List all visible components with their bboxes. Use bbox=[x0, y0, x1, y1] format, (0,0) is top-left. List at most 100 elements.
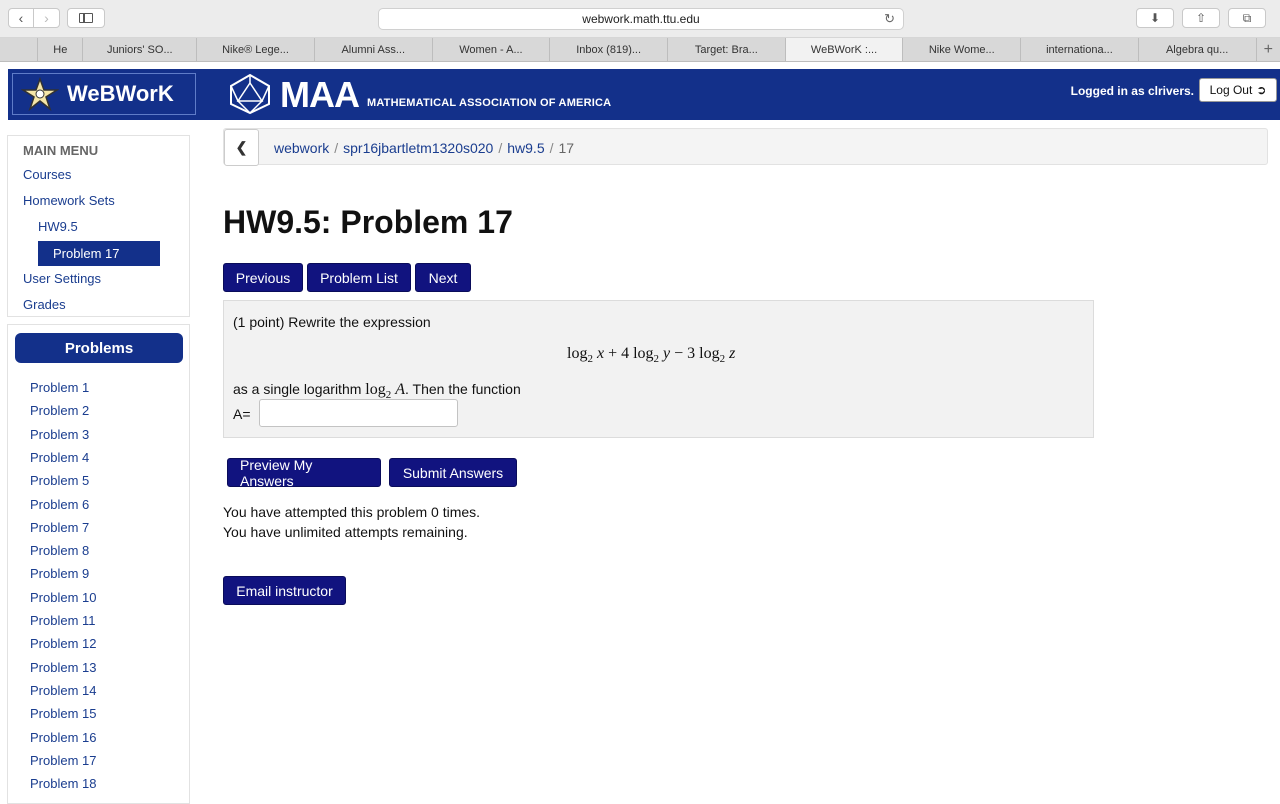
preview-answers-button[interactable]: Preview My Answers bbox=[227, 458, 381, 487]
problem-expression: log2 x + 4 log2 y − 3 log2 z bbox=[567, 345, 735, 365]
tabs-overview-button[interactable]: ⧉ bbox=[1228, 8, 1266, 28]
submit-answers-button[interactable]: Submit Answers bbox=[389, 458, 517, 487]
address-bar[interactable]: webwork.math.ttu.edu ↻ bbox=[378, 8, 904, 30]
problem-list-button[interactable]: Problem List bbox=[307, 263, 411, 292]
problem-link[interactable]: Problem 8 bbox=[30, 543, 89, 558]
email-instructor-button[interactable]: Email instructor bbox=[223, 576, 346, 605]
breadcrumb-current: 17 bbox=[559, 140, 575, 156]
breadcrumb-set[interactable]: hw9.5 bbox=[507, 140, 544, 156]
breadcrumb: ❮ webwork/spr16jbartletm1320s020/hw9.5/1… bbox=[223, 128, 1268, 165]
breadcrumb-course[interactable]: spr16jbartletm1320s020 bbox=[343, 140, 493, 156]
single-log-expression: log2 A bbox=[365, 381, 405, 398]
problems-header-button[interactable]: Problems bbox=[15, 333, 183, 363]
problem-link[interactable]: Problem 9 bbox=[30, 566, 89, 581]
tab-bar: HeJuniors' SO...Nike® Lege...Alumni Ass.… bbox=[0, 38, 1280, 62]
maa-logo-text: MAA bbox=[280, 75, 359, 115]
problem-navigation: Previous Problem List Next bbox=[223, 263, 471, 292]
share-button[interactable]: ⇧ bbox=[1182, 8, 1220, 28]
attempt-count: You have attempted this problem 0 times. bbox=[223, 504, 480, 520]
browser-tab[interactable]: WeBWorK :... bbox=[786, 38, 904, 61]
chevron-right-icon: › bbox=[44, 10, 49, 26]
answer-label: A= bbox=[233, 406, 251, 422]
breadcrumb-separator: / bbox=[329, 140, 343, 156]
url-text: webwork.math.ttu.edu bbox=[582, 12, 699, 26]
maa-logo[interactable]: MAA MATHEMATICAL ASSOCIATION OF AMERICA bbox=[228, 73, 611, 115]
browser-tab[interactable]: He bbox=[38, 38, 83, 61]
problem-link[interactable]: Problem 18 bbox=[30, 776, 96, 791]
webwork-logo-text: WeBWorK bbox=[67, 81, 174, 107]
chevron-left-icon: ❮ bbox=[236, 139, 248, 156]
as-single-text: as a single logarithm bbox=[233, 381, 361, 397]
history-buttons: ‹ › bbox=[8, 8, 60, 28]
problem-link[interactable]: Problem 11 bbox=[30, 613, 96, 628]
previous-button[interactable]: Previous bbox=[223, 263, 303, 292]
logout-label: Log Out bbox=[1210, 83, 1253, 97]
browser-tab[interactable]: Nike Wome... bbox=[903, 38, 1021, 61]
browser-tab[interactable]: internationa... bbox=[1021, 38, 1139, 61]
browser-toolbar: ‹ › webwork.math.ttu.edu ↻ ⬇ ⇧ ⧉ bbox=[0, 0, 1280, 38]
problem-link[interactable]: Problem 16 bbox=[30, 730, 96, 745]
breadcrumb-separator: / bbox=[493, 140, 507, 156]
problem-link[interactable]: Problem 7 bbox=[30, 520, 89, 535]
downloads-button[interactable]: ⬇ bbox=[1136, 8, 1174, 28]
problem-link[interactable]: Problem 3 bbox=[30, 427, 89, 442]
breadcrumb-separator: / bbox=[545, 140, 559, 156]
problem-box: (1 point) Rewrite the expression log2 x … bbox=[223, 300, 1094, 438]
new-tab-button[interactable]: + bbox=[1257, 38, 1280, 61]
problem-link[interactable]: Problem 6 bbox=[30, 497, 89, 512]
browser-tools: ⬇ ⇧ ⧉ bbox=[1136, 8, 1266, 28]
then-function-text: . Then the function bbox=[405, 381, 521, 397]
breadcrumb-webwork[interactable]: webwork bbox=[274, 140, 329, 156]
answer-input[interactable] bbox=[259, 399, 458, 427]
problem-link[interactable]: Problem 14 bbox=[30, 683, 96, 698]
menu-courses-link[interactable]: Courses bbox=[23, 167, 71, 182]
back-button[interactable]: ‹ bbox=[8, 8, 34, 28]
problem-link[interactable]: Problem 12 bbox=[30, 636, 96, 651]
browser-tab[interactable]: Algebra qu... bbox=[1139, 38, 1257, 61]
problem-link[interactable]: Problem 15 bbox=[30, 706, 96, 721]
site-header: WeBWorK MAA MATHEMATICAL ASSOCIATION OF … bbox=[8, 69, 1280, 120]
problem-link[interactable]: Problem 5 bbox=[30, 473, 89, 488]
forward-button[interactable]: › bbox=[34, 8, 60, 28]
problem-link[interactable]: Problem 4 bbox=[30, 450, 89, 465]
sidebar-toggle-button[interactable] bbox=[67, 8, 105, 28]
tab-spacer bbox=[0, 38, 38, 61]
problem-link[interactable]: Problem 1 bbox=[30, 380, 89, 395]
problem-link[interactable]: Problem 2 bbox=[30, 403, 89, 418]
answer-actions: Preview My Answers Submit Answers bbox=[227, 458, 517, 487]
browser-tab[interactable]: Women - A... bbox=[433, 38, 551, 61]
problem-link[interactable]: Problem 17 bbox=[30, 753, 96, 768]
menu-hw-set-link[interactable]: HW9.5 bbox=[38, 219, 78, 234]
menu-homework-sets-link[interactable]: Homework Sets bbox=[23, 193, 115, 208]
browser-tab[interactable]: Nike® Lege... bbox=[197, 38, 315, 61]
login-status: Logged in as clrivers. bbox=[1071, 84, 1194, 98]
menu-active-problem[interactable]: Problem 17 bbox=[38, 241, 160, 266]
menu-user-settings-link[interactable]: User Settings bbox=[23, 271, 101, 286]
menu-grades-link[interactable]: Grades bbox=[23, 297, 66, 312]
breadcrumb-trail: webwork/spr16jbartletm1320s020/hw9.5/17 bbox=[274, 140, 574, 156]
logout-button[interactable]: Log Out ➲ bbox=[1199, 78, 1277, 102]
logout-icon: ➲ bbox=[1256, 83, 1266, 97]
problem-link[interactable]: Problem 10 bbox=[30, 590, 96, 605]
breadcrumb-back-button[interactable]: ❮ bbox=[224, 129, 259, 166]
browser-tab[interactable]: Inbox (819)... bbox=[550, 38, 668, 61]
sidebar-icon bbox=[79, 13, 93, 23]
main-menu: MAIN MENU Courses Homework Sets HW9.5 Pr… bbox=[7, 135, 190, 317]
page-title: HW9.5: Problem 17 bbox=[223, 204, 513, 241]
webwork-logo[interactable]: WeBWorK bbox=[12, 73, 196, 115]
share-icon: ⇧ bbox=[1196, 11, 1206, 25]
browser-tab[interactable]: Target: Bra... bbox=[668, 38, 786, 61]
maa-icosahedron-icon bbox=[228, 73, 272, 115]
problem-intro: (1 point) Rewrite the expression bbox=[233, 314, 431, 330]
download-icon: ⬇ bbox=[1150, 11, 1160, 25]
main-menu-heading: MAIN MENU bbox=[23, 143, 98, 158]
next-button[interactable]: Next bbox=[415, 263, 471, 292]
webwork-star-icon bbox=[21, 77, 59, 111]
reload-icon[interactable]: ↻ bbox=[884, 11, 895, 27]
browser-tab[interactable]: Alumni Ass... bbox=[315, 38, 433, 61]
chevron-left-icon: ‹ bbox=[19, 10, 24, 26]
browser-tab[interactable]: Juniors' SO... bbox=[83, 38, 197, 61]
problem-link[interactable]: Problem 13 bbox=[30, 660, 96, 675]
attempts-remaining: You have unlimited attempts remaining. bbox=[223, 524, 468, 540]
maa-subtitle: MATHEMATICAL ASSOCIATION OF AMERICA bbox=[367, 97, 611, 115]
